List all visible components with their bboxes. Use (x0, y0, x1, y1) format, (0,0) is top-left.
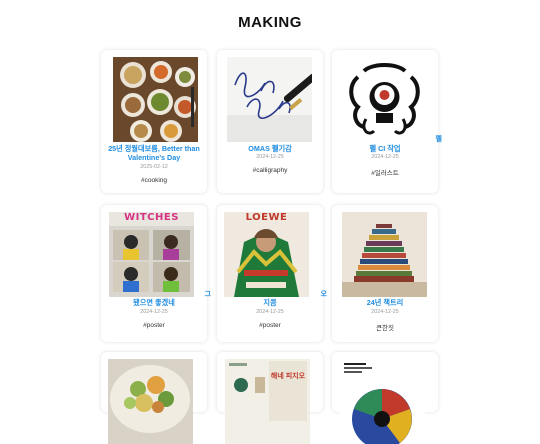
card-text: 해네 피지오 (270, 373, 306, 380)
card-date: 2024-12-25 (140, 309, 168, 315)
calligraphy-pen-image[interactable] (227, 57, 312, 142)
card-row3-3[interactable] (332, 352, 438, 444)
card-title[interactable]: 펠 CI 작업 (336, 144, 434, 153)
card-book-tree[interactable]: 24년 책트리 2024-12-25 큰한짓 (332, 205, 438, 342)
card-date: 2024-12-25 (256, 309, 284, 315)
food-platter-image[interactable] (113, 57, 198, 142)
card-poster-1[interactable]: WITCHES 그 됐으면 좋겠네 2024-12-25 #poster (101, 205, 211, 342)
magazine-poster-image[interactable]: WITCHES (109, 212, 194, 297)
page-title: MAKING (238, 14, 302, 31)
card-title[interactable]: 지콤 (221, 298, 319, 307)
card-calligraphy[interactable]: OMAS 펠기감 2024-12-25 #calligraphy (217, 50, 323, 193)
color-wheel-image[interactable] (340, 359, 425, 444)
book-tree-image[interactable] (342, 212, 427, 297)
side-glyph: 오 (320, 291, 327, 298)
side-glyph: 그 (204, 291, 211, 298)
card-date: 2024-12-25 (256, 154, 284, 160)
card-tag[interactable]: #poster (101, 322, 207, 329)
poster-text: WITCHES (124, 212, 179, 223)
card-tag[interactable]: #calligraphy (217, 167, 323, 174)
card-date: 2025-02-12 (140, 164, 168, 170)
card-row3-2[interactable]: 해네 피지오 (217, 352, 323, 444)
poster-text: LOEWE (245, 212, 288, 223)
card-title[interactable]: 25년 정월대보름, Better than Valentine's Day (105, 144, 203, 162)
portrait-poster-image[interactable]: LOEWE (224, 212, 309, 297)
card-row3-1[interactable] (101, 352, 207, 444)
card-ci[interactable]: 펠 펠 CI 작업 2024-12-25 #일러스트 (332, 50, 442, 193)
side-glyph: 펠 (435, 136, 442, 143)
logo-illustration-image[interactable] (342, 57, 427, 142)
card-poster-2[interactable]: LOEWE 오 지콤 2024-12-25 #poster (217, 205, 327, 342)
card-date: 2024-12-25 (371, 309, 399, 315)
card-date: 2024-12-25 (371, 154, 399, 160)
salad-bowl-image[interactable] (108, 359, 193, 444)
card-tag[interactable]: #poster (217, 322, 323, 329)
card-tag[interactable]: #cooking (101, 177, 207, 184)
card-title[interactable]: OMAS 펠기감 (221, 144, 319, 153)
card-title[interactable]: 됐으면 좋겠네 (105, 298, 203, 307)
card-tag[interactable]: 큰한짓 (332, 322, 438, 332)
card-tag[interactable]: #일러스트 (332, 167, 438, 177)
card-cooking[interactable]: 25년 정월대보름, Better than Valentine's Day 2… (101, 50, 207, 193)
card-title[interactable]: 24년 책트리 (336, 298, 434, 307)
starbucks-card-image[interactable]: 해네 피지오 (225, 359, 310, 444)
